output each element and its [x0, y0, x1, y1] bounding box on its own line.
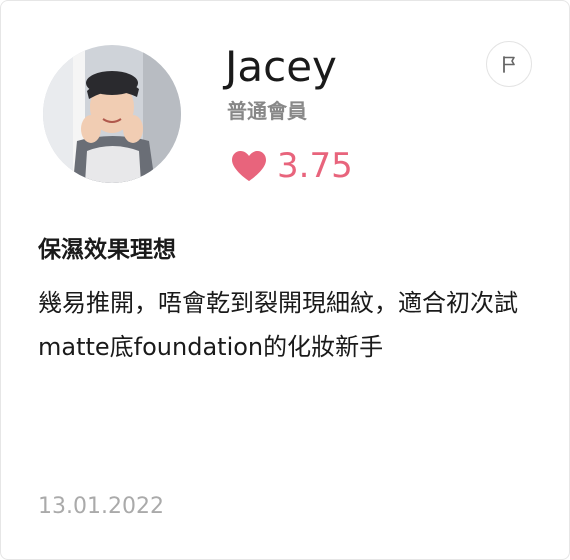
flag-icon — [503, 56, 515, 73]
rating-value: 3.75 — [277, 146, 353, 186]
member-level: 普通會員 — [227, 99, 307, 123]
review-body: 幾易推開，唔會乾到裂開現細紋，適合初次試matte底foundation的化妝新… — [38, 289, 518, 361]
review-date: 13.01.2022 — [38, 494, 164, 519]
report-button[interactable] — [486, 41, 532, 87]
reviewer-avatar — [43, 45, 181, 183]
avatar-photo — [43, 45, 181, 183]
review-title: 保濕效果理想 — [38, 237, 176, 263]
rating: 3.75 — [231, 144, 353, 188]
review-card: Jacey 普通會員 3.75 保濕效果理想 幾易推開，唔會乾到裂開現細紋，適合… — [0, 0, 570, 560]
reviewer-name: Jacey — [225, 42, 337, 91]
heart-icon — [232, 151, 266, 181]
